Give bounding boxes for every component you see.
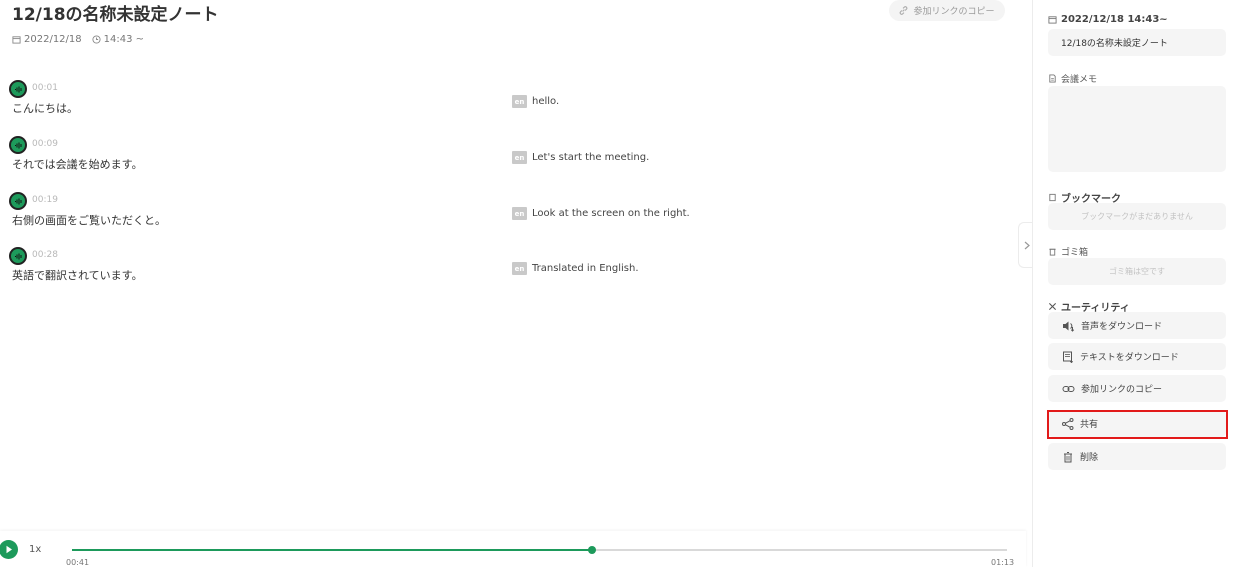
translation: en Translated in English. <box>512 262 639 275</box>
trash-heading: ゴミ箱 <box>1048 245 1088 258</box>
utterance-ja: それでは会議を始めます。 <box>12 158 143 171</box>
speaker-avatar <box>9 192 27 210</box>
clock-icon <box>92 35 101 44</box>
download-audio-label: 音声をダウンロード <box>1081 322 1163 332</box>
tools-icon <box>1048 302 1057 311</box>
link-icon <box>900 6 908 15</box>
main-panel: 12/18の名称未設定ノート 参加リンクのコピー 2022/12/18 14:4… <box>0 0 1032 567</box>
seek-bar[interactable] <box>72 546 1007 554</box>
lang-badge: en <box>512 95 527 108</box>
text-download-icon <box>1063 351 1074 363</box>
sidebar-datetime: 2022/12/18 14:43~ <box>1048 14 1168 25</box>
meta-time-text: 14:43 ~ <box>103 34 145 45</box>
play-icon <box>6 545 12 554</box>
waveform-icon <box>14 253 21 259</box>
delete-button[interactable]: 削除 <box>1048 443 1226 470</box>
bookmark-icon <box>1049 193 1056 202</box>
speaker-avatar <box>9 247 27 265</box>
link-icon <box>1062 385 1075 392</box>
copy-invite-link-label: 参加リンクのコピー <box>1081 385 1163 395</box>
utterance-time[interactable]: 00:01 <box>32 83 58 93</box>
copy-invite-link-button[interactable]: 参加リンクのコピー <box>1048 375 1226 402</box>
play-button[interactable] <box>0 540 18 559</box>
waveform-icon <box>14 142 21 148</box>
memo-label: 会議メモ <box>1061 75 1098 85</box>
copy-link-button[interactable]: 参加リンクのコピー <box>889 0 1005 21</box>
audio-player: 1x 00:41 01:13 <box>0 531 1026 567</box>
utterance-ja: 右側の画面をご覧いただくと。 <box>12 214 166 227</box>
playback-speed[interactable]: 1x <box>29 544 41 555</box>
calendar-icon <box>1048 16 1057 24</box>
utterance-ja: こんにちは。 <box>12 102 78 115</box>
download-text-label: テキストをダウンロード <box>1080 353 1179 363</box>
trash-label: ゴミ箱 <box>1061 248 1089 258</box>
share-icon <box>1062 417 1074 430</box>
document-icon <box>1049 74 1056 83</box>
utterance-en: Let's start the meeting. <box>532 152 650 163</box>
transcript-row[interactable]: 00:01 こんにちは。 en hello. <box>0 80 1032 120</box>
lang-badge: en <box>512 151 527 164</box>
bookmark-empty: ブックマークがまだありません <box>1048 203 1226 230</box>
chevron-right-icon <box>1024 241 1030 249</box>
memo-heading: 会議メモ <box>1048 72 1097 85</box>
utterance-time[interactable]: 00:09 <box>32 139 58 149</box>
trash-icon <box>1064 451 1072 462</box>
note-meta: 2022/12/18 14:43 ~ <box>12 34 144 45</box>
lang-badge: en <box>512 207 527 220</box>
utterance-ja: 英語で翻訳されています。 <box>12 269 143 282</box>
transcript-row[interactable]: 00:09 それでは会議を始めます。 en Let's start the me… <box>0 136 1032 176</box>
total-time: 01:13 <box>991 558 1015 567</box>
utterance-time[interactable]: 00:28 <box>32 250 58 260</box>
page-title: 12/18の名称未設定ノート <box>12 5 219 25</box>
download-text-button[interactable]: テキストをダウンロード <box>1048 343 1226 370</box>
utterance-en: Translated in English. <box>532 263 639 274</box>
current-time: 00:41 <box>66 558 90 567</box>
seek-progress <box>72 549 592 551</box>
speaker-avatar <box>9 136 27 154</box>
translation: en Look at the screen on the right. <box>512 207 690 220</box>
seek-thumb[interactable] <box>587 546 596 554</box>
waveform-icon <box>14 198 21 204</box>
transcript-row[interactable]: 00:28 英語で翻訳されています。 en Translated in Engl… <box>0 247 1032 287</box>
copy-link-label: 参加リンクのコピー <box>913 7 995 17</box>
meta-date-text: 2022/12/18 <box>24 34 82 45</box>
trash-icon <box>1049 248 1056 256</box>
share-label: 共有 <box>1080 420 1099 430</box>
speaker-avatar <box>9 80 27 98</box>
transcript-row[interactable]: 00:19 右側の画面をご覧いただくと。 en Look at the scre… <box>0 192 1032 232</box>
delete-label: 削除 <box>1080 453 1099 463</box>
translation: en Let's start the meeting. <box>512 151 649 164</box>
translation: en hello. <box>512 95 559 108</box>
calendar-icon <box>12 36 21 44</box>
meta-date: 2022/12/18 <box>12 34 82 45</box>
memo-textarea[interactable] <box>1048 86 1226 172</box>
download-audio-button[interactable]: 音声をダウンロード <box>1048 312 1226 339</box>
utterance-time[interactable]: 00:19 <box>32 195 58 205</box>
speaker-download-icon <box>1063 321 1075 332</box>
meta-time: 14:43 ~ <box>92 34 144 45</box>
trash-empty: ゴミ箱は空です <box>1048 258 1226 285</box>
utterance-en: Look at the screen on the right. <box>532 208 690 219</box>
lang-badge: en <box>512 262 527 275</box>
sidebar: 2022/12/18 14:43~ 会議メモ ブックマーク ブックマークがまだあ… <box>1032 0 1233 567</box>
note-title-input[interactable] <box>1048 29 1226 56</box>
sidebar-datetime-text: 2022/12/18 14:43~ <box>1061 14 1168 25</box>
share-button[interactable]: 共有 <box>1048 410 1226 437</box>
utterance-en: hello. <box>532 96 560 107</box>
waveform-icon <box>14 86 21 92</box>
